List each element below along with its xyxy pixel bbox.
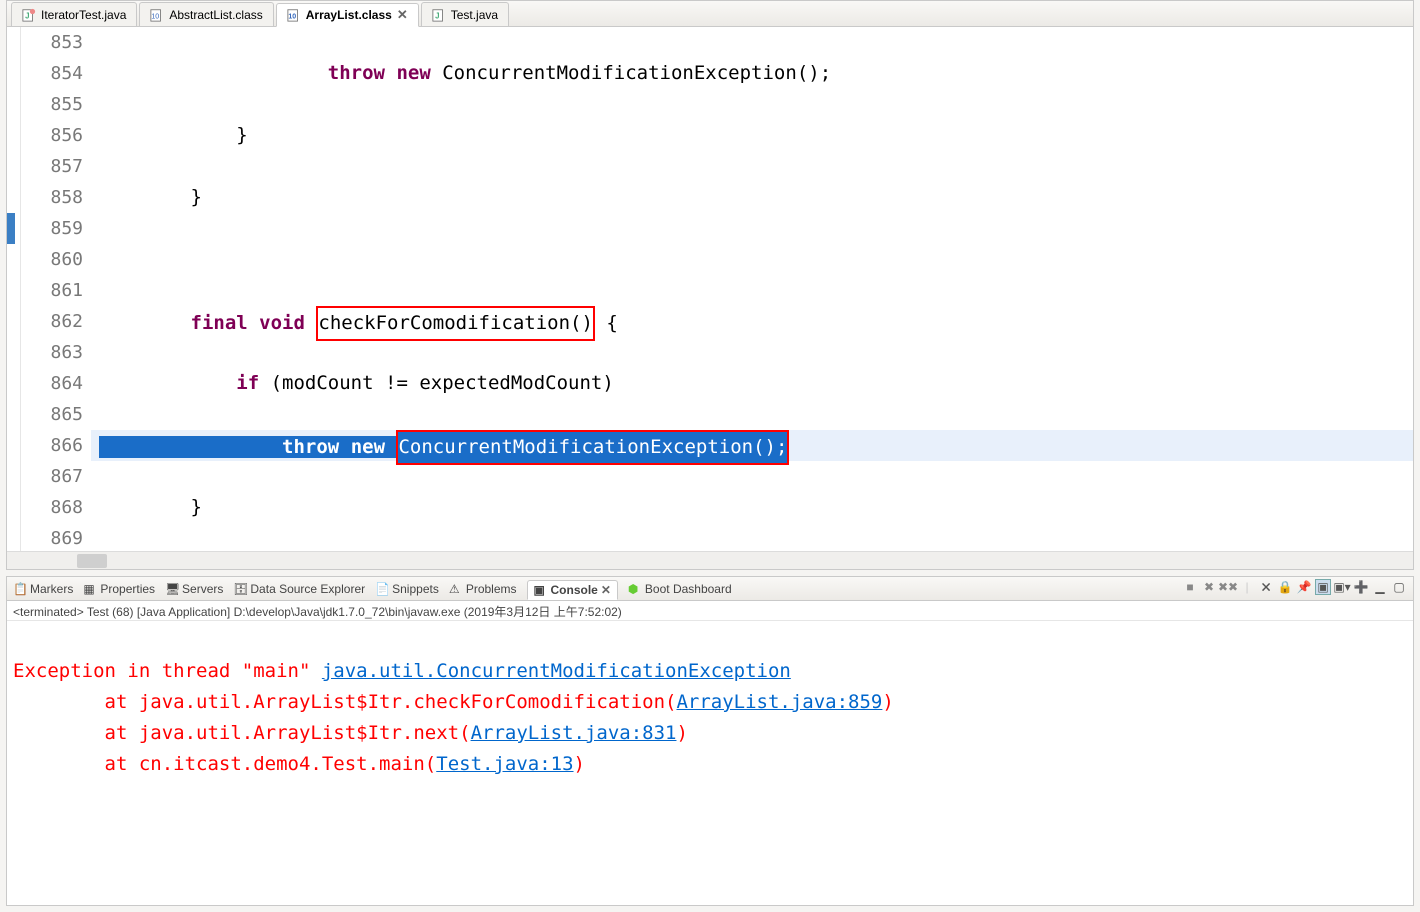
tab-markers[interactable]: 📋Markers <box>13 582 73 596</box>
code-line: if (modCount != expectedModCount) <box>91 368 1413 399</box>
tab-properties[interactable]: ▦Properties <box>83 582 155 596</box>
close-icon[interactable]: ✕ <box>397 7 408 23</box>
java-file-icon: J <box>22 8 36 22</box>
source-link[interactable]: ArrayList.java:831 <box>471 722 677 744</box>
close-icon[interactable]: ✕ <box>601 583 611 597</box>
tab-label: Problems <box>466 582 517 596</box>
java-file-icon: J <box>432 8 446 22</box>
divider: | <box>1239 579 1255 595</box>
servers-icon: 🖥 <box>165 582 179 596</box>
console-output[interactable]: Exception in thread "main" java.util.Con… <box>7 623 1413 905</box>
scrollbar-thumb[interactable] <box>77 554 107 568</box>
properties-icon: ▦ <box>83 582 97 596</box>
datasource-icon: 🗄 <box>233 582 247 596</box>
open-console-icon[interactable]: ▣▾ <box>1334 579 1350 595</box>
tab-problems[interactable]: ⚠Problems <box>449 582 517 596</box>
tab-label: Boot Dashboard <box>645 582 732 596</box>
tab-arraylist[interactable]: 10 ArrayList.class ✕ <box>276 3 419 27</box>
console-status: <terminated> Test (68) [Java Application… <box>7 601 1413 621</box>
source-link[interactable]: Test.java:13 <box>436 753 573 775</box>
stacktrace-line: at java.util.ArrayList$Itr.checkForComod… <box>13 691 676 713</box>
minimize-icon[interactable]: ▁ <box>1372 579 1388 595</box>
tab-label: Snippets <box>392 582 439 596</box>
exception-link[interactable]: java.util.ConcurrentModificationExceptio… <box>322 660 791 682</box>
svg-text:10: 10 <box>288 14 296 21</box>
code-line: } <box>91 492 1413 523</box>
tab-datasource[interactable]: 🗄Data Source Explorer <box>233 582 365 596</box>
class-file-icon: 10 <box>150 8 164 22</box>
tab-iteratortest[interactable]: J IteratorTest.java <box>11 2 137 26</box>
tab-label: AbstractList.class <box>169 8 262 22</box>
editor-area: J IteratorTest.java 10 AbstractList.clas… <box>6 0 1414 570</box>
tab-bootdash[interactable]: ⬢Boot Dashboard <box>628 582 732 596</box>
current-line-marker <box>7 213 15 244</box>
display-console-icon[interactable]: ▣ <box>1315 579 1331 595</box>
problems-icon: ⚠ <box>449 582 463 596</box>
tab-test[interactable]: J Test.java <box>421 2 509 26</box>
new-console-icon[interactable]: ➕ <box>1353 579 1369 595</box>
source-link[interactable]: ArrayList.java:859 <box>676 691 882 713</box>
console-icon: ▣ <box>534 583 548 597</box>
tab-abstractlist[interactable]: 10 AbstractList.class <box>139 2 273 26</box>
horizontal-scrollbar[interactable] <box>7 551 1413 569</box>
console-toolbar: ■ ✖ ✖✖ | 🗙 🔒 📌 ▣ ▣▾ ➕ ▁ ▢ <box>1182 579 1407 595</box>
terminate-icon[interactable]: ■ <box>1182 579 1198 595</box>
pin-console-icon[interactable]: 📌 <box>1296 579 1312 595</box>
code-body[interactable]: throw new ConcurrentModificationExceptio… <box>91 27 1413 551</box>
code-line <box>91 244 1413 275</box>
stacktrace-line: at java.util.ArrayList$Itr.next( <box>13 722 471 744</box>
tab-label: ArrayList.class <box>306 8 392 22</box>
markers-icon: 📋 <box>13 582 27 596</box>
exception-line: Exception in thread "main" <box>13 660 322 682</box>
line-numbers: 8538548558568578588598608618628638648658… <box>21 27 91 551</box>
code-line: throw new ConcurrentModificationExceptio… <box>91 430 1413 461</box>
code-line: } <box>91 120 1413 151</box>
tab-label: Console <box>551 583 598 597</box>
code-viewport[interactable]: 8538548558568578588598608618628638648658… <box>7 27 1413 551</box>
svg-text:J: J <box>25 11 29 20</box>
tab-label: Test.java <box>451 8 498 22</box>
svg-text:J: J <box>435 11 439 20</box>
remove-launch-icon[interactable]: ✖ <box>1201 579 1217 595</box>
tab-label: Properties <box>100 582 155 596</box>
tab-label: Servers <box>182 582 223 596</box>
tab-label: Markers <box>30 582 73 596</box>
tab-label: Data Source Explorer <box>250 582 365 596</box>
tab-label: IteratorTest.java <box>41 8 126 22</box>
code-line: final void checkForComodification() { <box>91 306 1413 337</box>
tab-servers[interactable]: 🖥Servers <box>165 582 223 596</box>
bottom-tabbar: 📋Markers ▦Properties 🖥Servers 🗄Data Sour… <box>7 577 1413 601</box>
bottom-panel: 📋Markers ▦Properties 🖥Servers 🗄Data Sour… <box>6 576 1414 906</box>
editor-tabbar: J IteratorTest.java 10 AbstractList.clas… <box>7 1 1413 27</box>
svg-text:10: 10 <box>152 13 160 20</box>
code-line: } <box>91 182 1413 213</box>
boot-icon: ⬢ <box>628 582 642 596</box>
tab-snippets[interactable]: 📄Snippets <box>375 582 439 596</box>
clear-console-icon[interactable]: 🗙 <box>1258 579 1274 595</box>
maximize-icon[interactable]: ▢ <box>1391 579 1407 595</box>
scroll-lock-icon[interactable]: 🔒 <box>1277 579 1293 595</box>
tab-console[interactable]: ▣Console ✕ <box>527 580 618 600</box>
remove-all-icon[interactable]: ✖✖ <box>1220 579 1236 595</box>
snippets-icon: 📄 <box>375 582 389 596</box>
code-line: throw new ConcurrentModificationExceptio… <box>91 58 1413 89</box>
gutter <box>7 27 21 551</box>
class-file-icon: 10 <box>287 8 301 22</box>
stacktrace-line: at cn.itcast.demo4.Test.main( <box>13 753 436 775</box>
